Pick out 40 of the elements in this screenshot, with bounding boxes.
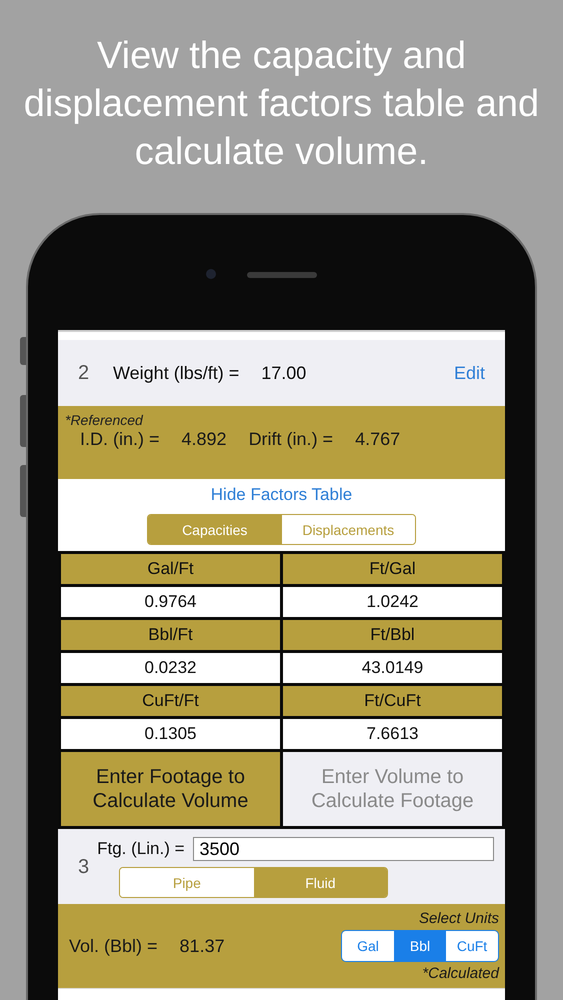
unit-tab[interactable]: Bbl [394,931,446,961]
camera-icon [206,269,216,279]
step-number: 3 [78,856,90,879]
mode-button[interactable]: Enter Footage to Calculate Volume [61,752,280,826]
footage-field[interactable]: 3500 [192,837,494,861]
field-label: Drift (in.) = [248,429,334,450]
speaker-grille [247,272,317,278]
headline: View the capacity and displacement factors table and calculate volume. [22,34,540,175]
table-header: Bbl/Ft [61,620,280,650]
table-cell: 0.1305 [61,719,280,749]
table-header: Ft/Bbl [283,620,502,650]
edit-button[interactable]: Edit [454,362,485,384]
table-header: CuFt/Ft [61,686,280,716]
units-caption: Select Units [418,910,499,927]
table-cell: 1.0242 [283,587,502,617]
table-header: Ft/Gal [283,554,502,584]
weight-value: 17.00 [261,362,306,384]
footage-label: Ftg. (Lin.) = [97,839,185,859]
step-number: 2 [78,362,90,384]
weight-label: Weight (lbs/ft) = [113,362,240,384]
hide-table-link[interactable]: Hide Factors Table [210,485,352,505]
field-label: I.D. (in.) = [80,429,160,450]
segment-tab[interactable]: Pipe [120,868,254,897]
table-header: Ft/CuFt [283,686,502,716]
volume-value: 81.37 [180,936,225,956]
segment-tab[interactable]: Capacities [148,515,282,544]
table-cell: 0.0232 [61,653,280,683]
calculated-note: *Calculated [422,965,499,982]
unit-tab[interactable]: Gal [342,931,394,961]
table-cell: 43.0149 [283,653,502,683]
table-cell: 7.6613 [283,719,502,749]
segment-tab[interactable]: Fluid [254,868,388,897]
referenced-note: *Referenced [65,412,144,428]
field-value: 4.767 [355,429,400,450]
mode-button[interactable]: Enter Volume to Calculate Footage [283,752,502,826]
field-value: 4.892 [182,429,227,450]
table-header: Gal/Ft [61,554,280,584]
unit-tab[interactable]: CuFt [446,931,498,961]
volume-label: Vol. (Bbl) = [69,936,158,956]
table-cell: 0.9764 [61,587,280,617]
